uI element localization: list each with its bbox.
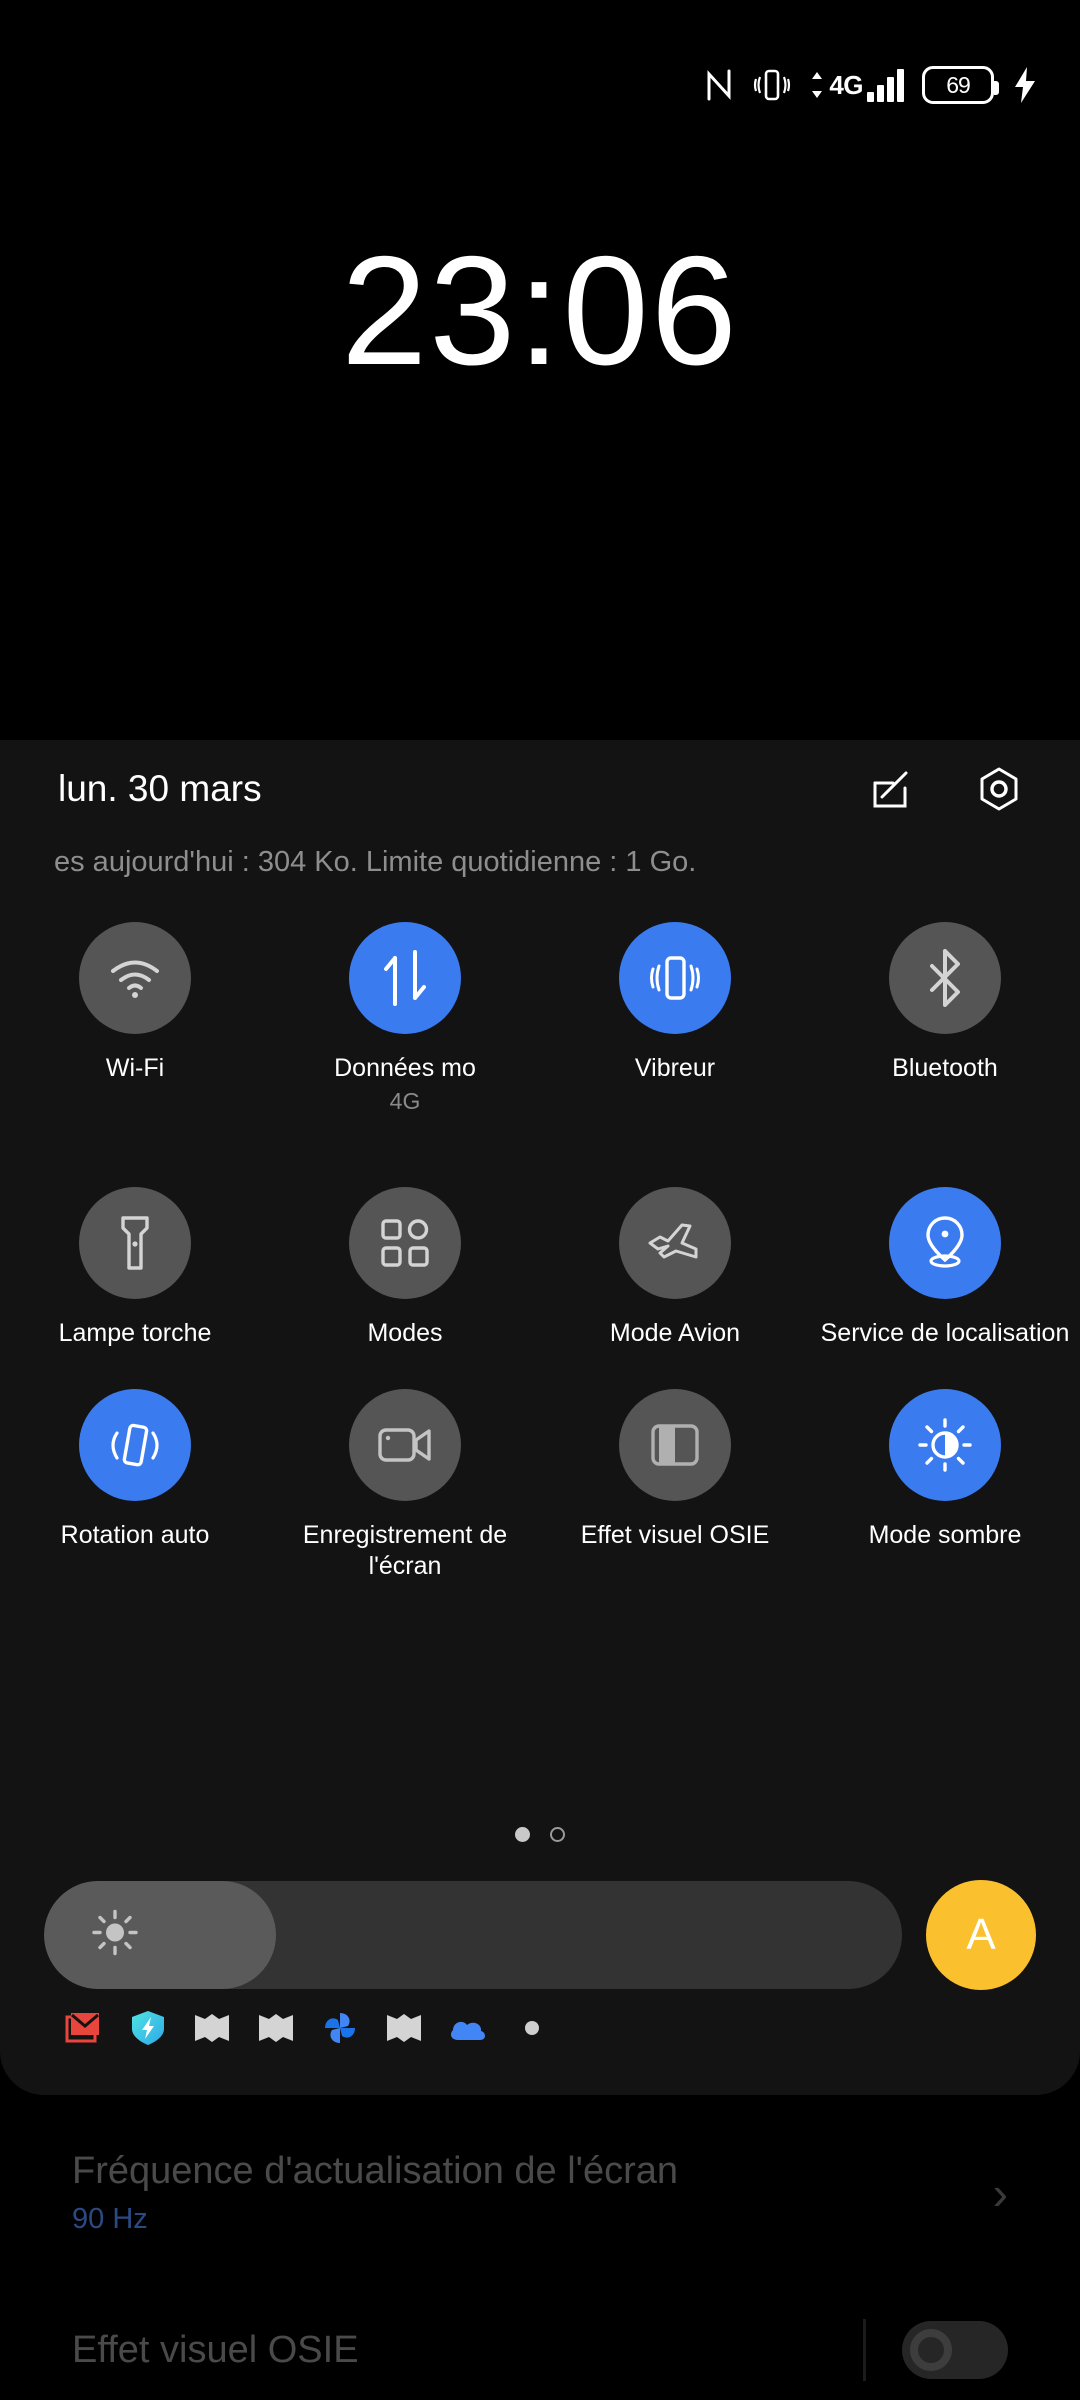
dark-mode-icon — [889, 1389, 1001, 1501]
brightness-row: A — [0, 1880, 1080, 1990]
cloud-icon[interactable] — [448, 2008, 488, 2048]
tile-label: Enregistrement de l'écran — [302, 1521, 508, 1580]
osie-icon — [619, 1389, 731, 1501]
tile-row-1: Wi-Fi Données mo 4G Vibreur Bluetooth — [0, 922, 1080, 1115]
vibrate-icon — [619, 922, 731, 1034]
tile-label: Service de localisation — [820, 1319, 1070, 1347]
gmail-icon[interactable] — [64, 2008, 104, 2048]
maps-icon[interactable] — [192, 2008, 232, 2048]
security-shield-icon[interactable] — [128, 2008, 168, 2048]
auto-brightness-button[interactable]: A — [926, 1880, 1036, 1990]
brightness-slider[interactable] — [44, 1881, 902, 1989]
toggle-knob — [910, 2329, 952, 2371]
row-divider — [863, 2319, 866, 2381]
tile-mobile-data[interactable]: Données mo 4G — [270, 922, 540, 1115]
page-dot-active[interactable] — [515, 1827, 530, 1842]
modes-icon — [349, 1187, 461, 1299]
tile-label: Modes — [367, 1319, 443, 1347]
tile-airplane[interactable]: Mode Avion — [540, 1187, 810, 1349]
tile-label: Bluetooth — [892, 1054, 998, 1082]
brightness-icon — [90, 1908, 140, 1963]
tile-auto-rotate[interactable]: Rotation auto — [0, 1389, 270, 1582]
more-dot-icon[interactable] — [512, 2008, 552, 2048]
page-indicator — [0, 1827, 1080, 1842]
tile-label: Données mo — [334, 1054, 476, 1082]
edit-icon[interactable] — [868, 766, 914, 812]
location-icon — [889, 1187, 1001, 1299]
tile-wifi[interactable]: Wi-Fi — [0, 922, 270, 1115]
nfc-icon — [704, 68, 734, 102]
setting-control-group — [863, 2319, 1008, 2381]
tile-label: Effet visuel OSIE — [580, 1521, 770, 1549]
brightness-fill — [44, 1881, 276, 1989]
date-label: lun. 30 mars — [58, 768, 262, 809]
network-type-label: 4G — [829, 69, 863, 100]
tile-dark-mode[interactable]: Mode sombre — [810, 1389, 1080, 1582]
tile-label: Mode Avion — [609, 1319, 741, 1347]
quick-settings-screen: 4G 69 23:06 lun. 30 mars es aujourd'hui … — [0, 0, 1080, 2400]
airplane-icon — [619, 1187, 731, 1299]
tile-vibrate[interactable]: Vibreur — [540, 922, 810, 1115]
tile-location[interactable]: Service de localisation — [810, 1187, 1080, 1349]
setting-row-osie[interactable]: Effet visuel OSIE — [0, 2300, 1080, 2400]
signal-bars-icon — [867, 68, 904, 102]
mobile-signal-group: 4G — [810, 68, 904, 102]
tile-label: Wi-Fi — [105, 1054, 165, 1082]
tile-label: Mode sombre — [868, 1521, 1022, 1549]
charging-bolt-icon — [1012, 66, 1038, 104]
toggle-switch[interactable] — [902, 2321, 1008, 2379]
flashlight-icon — [79, 1187, 191, 1299]
notification-icons-row — [0, 2008, 1080, 2048]
tile-flashlight[interactable]: Lampe torche — [0, 1187, 270, 1349]
auto-rotate-icon — [79, 1389, 191, 1501]
header-actions — [868, 766, 1022, 812]
tile-modes[interactable]: Modes — [270, 1187, 540, 1349]
setting-subtitle: 90 Hz — [72, 2203, 148, 2235]
tile-bluetooth[interactable]: Bluetooth — [810, 922, 1080, 1115]
battery-level-label: 69 — [946, 71, 971, 98]
tile-sublabel: 4G — [389, 1088, 421, 1114]
photos-icon[interactable] — [320, 2008, 360, 2048]
maps-icon[interactable] — [384, 2008, 424, 2048]
status-bar: 4G 69 — [0, 0, 1080, 170]
data-updown-icon — [810, 71, 824, 99]
lock-clock: 23:06 — [341, 224, 739, 397]
panel-header: lun. 30 mars — [0, 740, 1080, 850]
chevron-right-icon[interactable]: › — [993, 2166, 1008, 2220]
tile-osie[interactable]: Effet visuel OSIE — [540, 1389, 810, 1582]
tile-label: Vibreur — [634, 1054, 716, 1082]
quick-settings-tiles: Wi-Fi Données mo 4G Vibreur Bluetooth La… — [0, 922, 1080, 1582]
bluetooth-icon — [889, 922, 1001, 1034]
tile-row-2: Lampe torche Modes Mode Avion Service de… — [0, 1187, 1080, 1349]
mobile-data-icon — [349, 922, 461, 1034]
battery-icon: 69 — [922, 66, 999, 104]
maps-icon[interactable] — [256, 2008, 296, 2048]
tile-label: Lampe torche — [58, 1319, 212, 1347]
setting-title: Effet visuel OSIE — [72, 2328, 359, 2371]
wifi-icon — [79, 922, 191, 1034]
screen-record-icon — [349, 1389, 461, 1501]
page-dot-2[interactable] — [550, 1827, 565, 1842]
tile-screen-record[interactable]: Enregistrement de l'écran — [270, 1389, 540, 1582]
tile-row-3: Rotation auto Enregistrement de l'écran — [0, 1389, 1080, 1582]
settings-icon[interactable] — [976, 766, 1022, 812]
setting-row-refresh-rate[interactable]: Fréquence d'actualisation de l'écran 90 … — [0, 2128, 1080, 2258]
vibrate-icon — [752, 67, 792, 103]
data-usage-label: es aujourd'hui : 304 Ko. Limite quotidie… — [54, 846, 697, 878]
setting-text-group: Fréquence d'actualisation de l'écran 90 … — [72, 2150, 678, 2236]
setting-title: Fréquence d'actualisation de l'écran — [72, 2150, 678, 2192]
tile-label: Rotation auto — [60, 1521, 210, 1549]
